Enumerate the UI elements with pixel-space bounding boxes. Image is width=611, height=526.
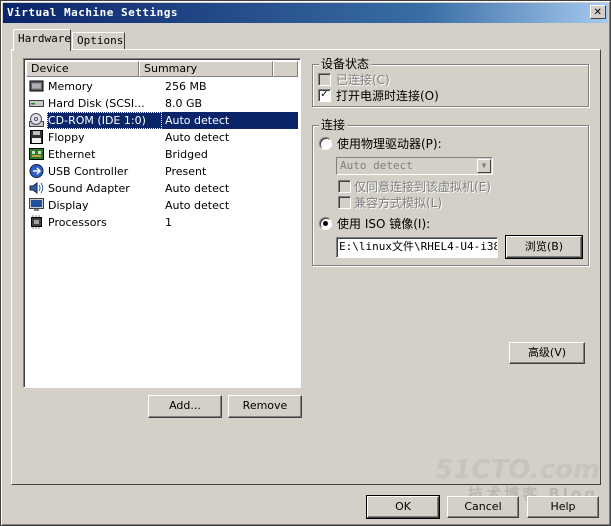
title-bar[interactable]: Virtual Machine Settings ✕ (3, 3, 608, 23)
hardware-panel (11, 49, 601, 485)
ok-button[interactable]: OK (366, 495, 440, 519)
help-button[interactable]: Help (527, 496, 599, 518)
settings-window: Virtual Machine Settings ✕ Hardware Opti… (0, 0, 611, 526)
tab-hardware[interactable]: Hardware (13, 29, 71, 51)
tab-options[interactable]: Options (72, 32, 125, 49)
cancel-button[interactable]: Cancel (447, 496, 519, 518)
window-title: Virtual Machine Settings (7, 6, 178, 19)
close-button[interactable]: ✕ (590, 5, 606, 19)
